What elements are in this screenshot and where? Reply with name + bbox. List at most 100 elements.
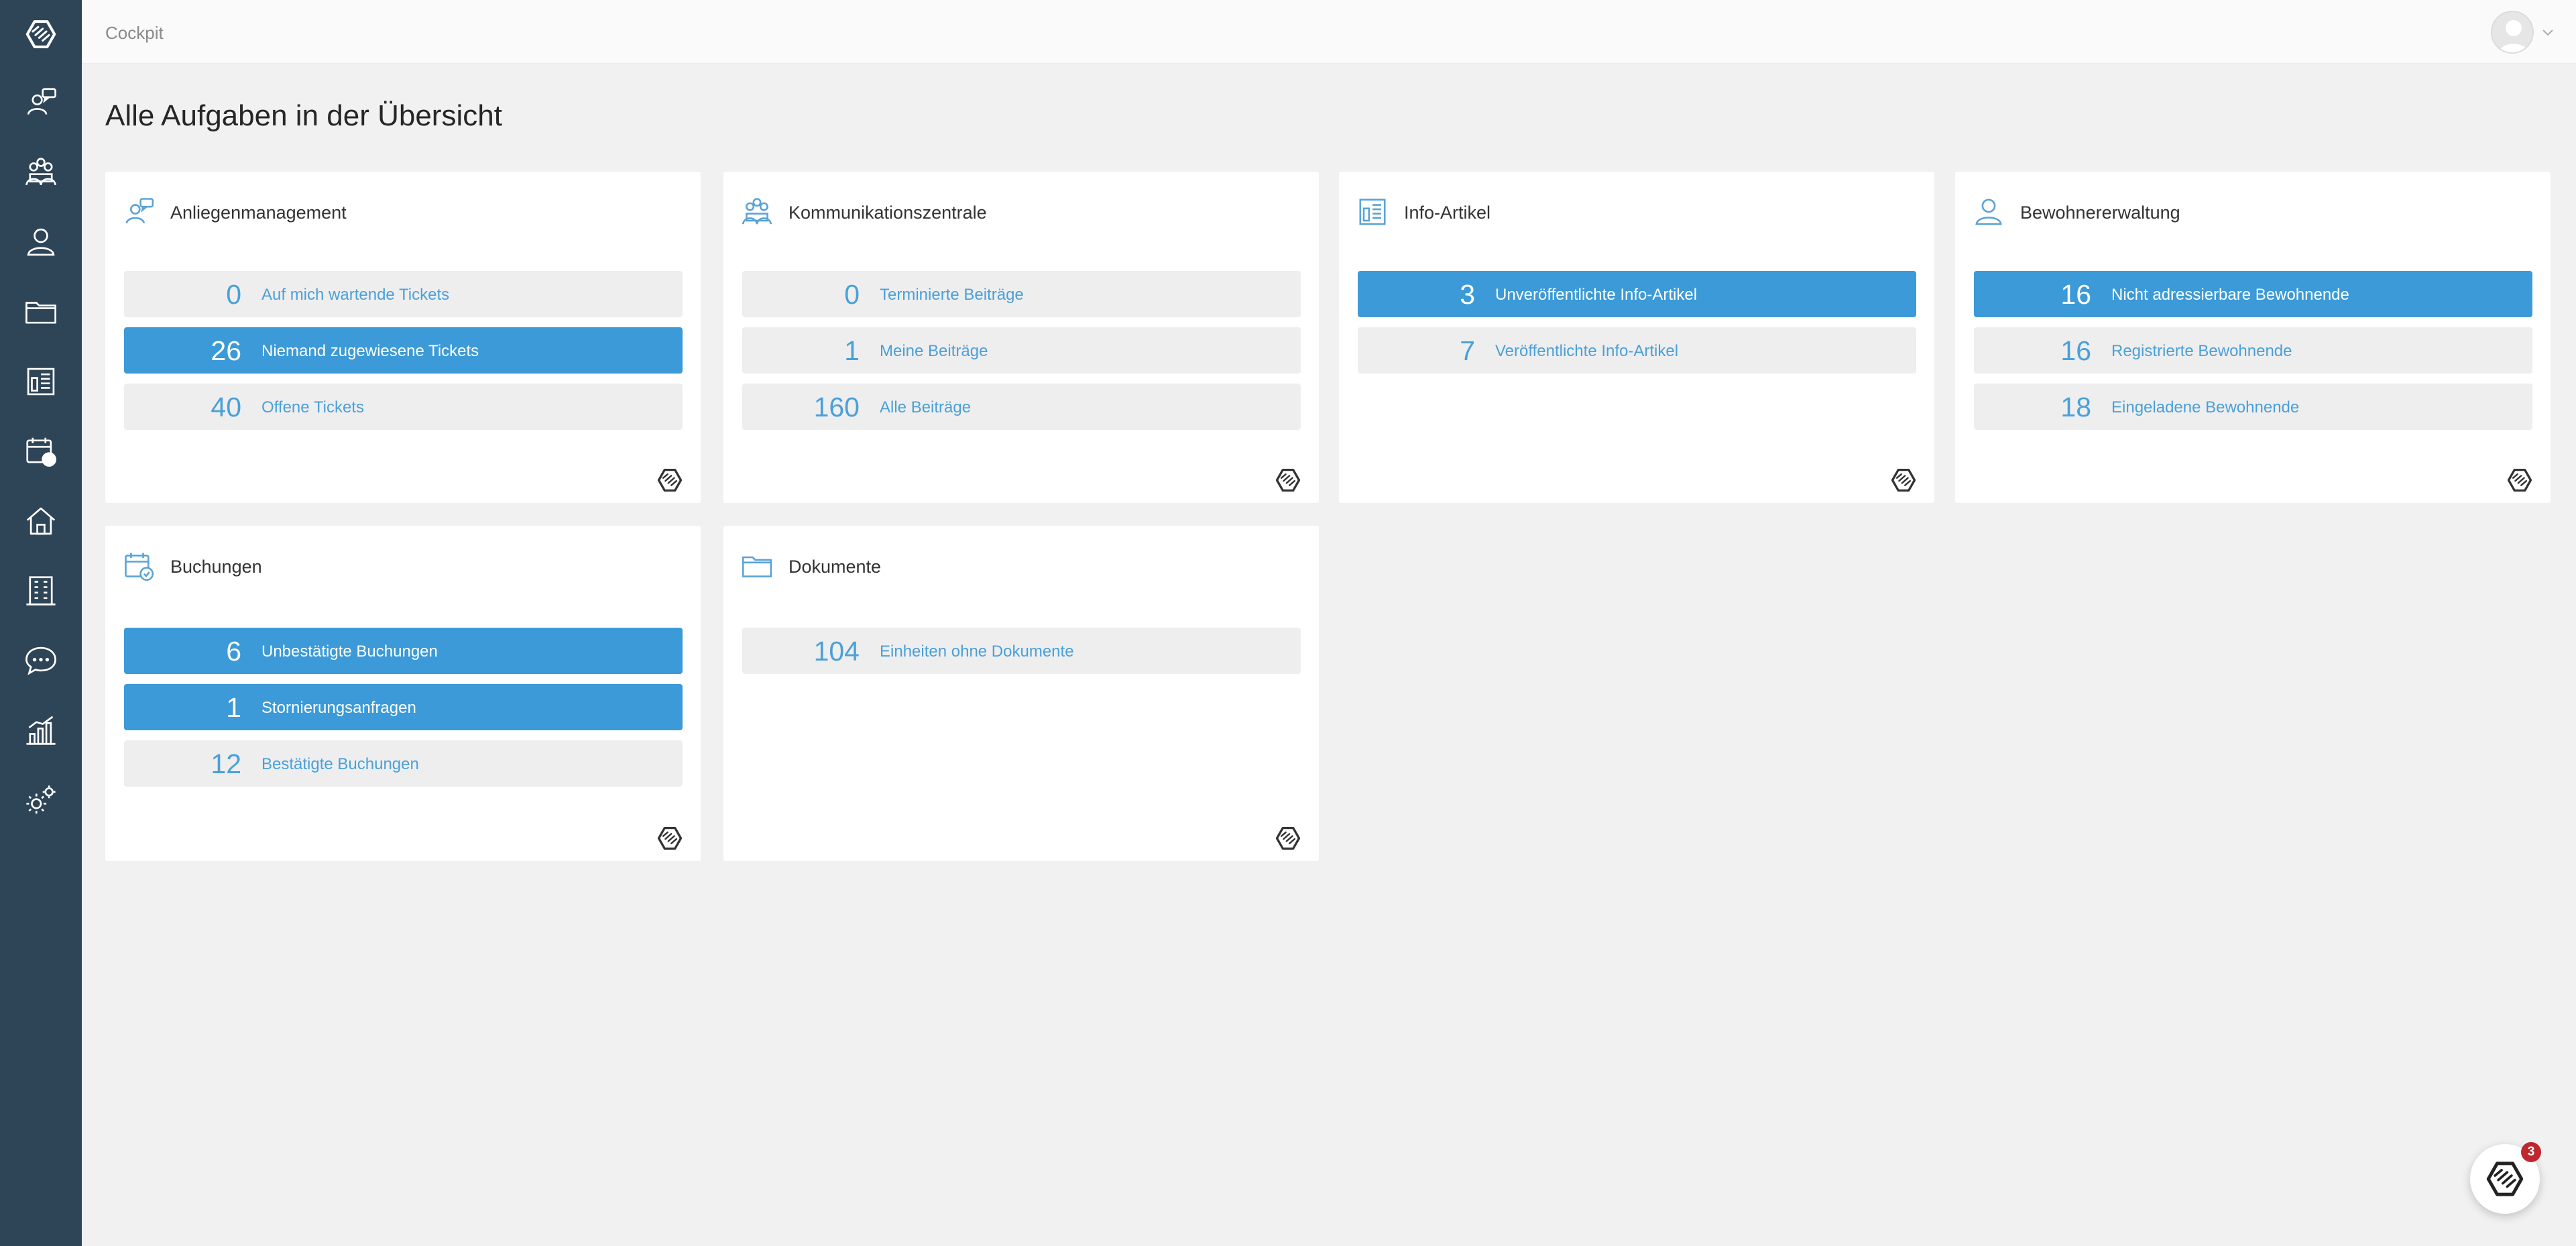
anliegen-icon	[121, 194, 156, 229]
row-label: Unveröffentlichte Info-Artikel	[1495, 286, 1698, 304]
home-icon	[23, 503, 59, 539]
avatar[interactable]	[2491, 11, 2534, 54]
row-label: Nicht adressierbare Bewohnende	[2111, 286, 2349, 304]
row-label: Offene Tickets	[261, 398, 364, 416]
row-count: 3	[1460, 279, 1475, 310]
card-anliegenmanagement: Anliegenmanagement 0 Auf mich wartende T…	[105, 172, 701, 503]
settings-icon	[23, 782, 59, 818]
logo-icon[interactable]	[1273, 824, 1303, 853]
row-label: Stornierungsanfragen	[261, 699, 416, 717]
row-label: Veröffentlichte Info-Artikel	[1495, 342, 1679, 360]
row-label: Alle Beiträge	[880, 398, 972, 416]
card-bewohnerverwaltung: Bewohnererwaltung 16 Nicht adressierbare…	[1955, 172, 2551, 503]
person-icon	[23, 224, 59, 260]
logo-icon[interactable]	[20, 13, 62, 55]
card-buchungen: Buchungen 6 Unbestätigte Buchungen 1 Sto…	[105, 526, 701, 861]
row-label: Terminierte Beiträge	[880, 286, 1024, 304]
kommunikation-icon	[740, 194, 774, 229]
logo-icon[interactable]	[655, 824, 685, 853]
info-article-icon	[1355, 194, 1390, 229]
row-auf-mich-wartende-tickets[interactable]: 0 Auf mich wartende Tickets	[124, 271, 683, 317]
row-count: 104	[813, 636, 860, 667]
kommunikation-icon	[23, 154, 59, 190]
row-count: 16	[2060, 279, 2091, 310]
sidebar-item-nachrichten[interactable]	[20, 640, 62, 681]
row-nicht-adressierbare-bewohnende[interactable]: 16 Nicht adressierbare Bewohnende	[1974, 271, 2532, 317]
sidebar-item-anliegenmanagement[interactable]	[20, 82, 62, 123]
logo-icon[interactable]	[1889, 465, 1918, 495]
row-unbestaetigte-buchungen[interactable]: 6 Unbestätigte Buchungen	[124, 628, 683, 674]
row-count: 160	[813, 392, 860, 422]
row-veroeffentlichte-info-artikel[interactable]: 7 Veröffentlichte Info-Artikel	[1358, 327, 1916, 374]
row-label: Auf mich wartende Tickets	[261, 286, 450, 304]
chevron-down-icon[interactable]	[2539, 24, 2557, 42]
sidebar-item-info-artikel[interactable]	[20, 361, 62, 402]
row-count: 12	[211, 748, 241, 779]
row-count: 1	[844, 335, 860, 366]
row-count: 6	[226, 636, 241, 667]
calendar-check-icon	[121, 549, 156, 583]
card-title: Buchungen	[170, 557, 262, 577]
row-offene-tickets[interactable]: 40 Offene Tickets	[124, 384, 683, 430]
sidebar-item-einstellungen[interactable]	[20, 779, 62, 821]
logo-icon[interactable]	[2505, 465, 2534, 495]
folder-icon	[740, 549, 774, 583]
row-label: Eingeladene Bewohnende	[2111, 398, 2300, 416]
card-title: Anliegenmanagement	[170, 203, 347, 223]
row-terminierte-beitraege[interactable]: 0 Terminierte Beiträge	[742, 271, 1301, 317]
chat-bubble-icon	[23, 642, 59, 679]
row-count: 40	[211, 392, 241, 422]
card-title: Bewohnererwaltung	[2020, 203, 2180, 223]
statistics-icon	[23, 712, 59, 748]
user-avatar-icon	[2492, 12, 2532, 52]
row-count: 0	[844, 279, 860, 310]
top-bar: Cockpit	[82, 0, 2576, 64]
row-label: Einheiten ohne Dokumente	[880, 642, 1074, 661]
row-label: Registrierte Bewohnende	[2111, 342, 2292, 360]
row-count: 0	[226, 279, 241, 310]
card-title: Kommunikationszentrale	[788, 203, 987, 223]
row-label: Meine Beiträge	[880, 342, 988, 360]
info-article-icon	[23, 363, 59, 400]
card-title: Dokumente	[788, 557, 882, 577]
breadcrumb[interactable]: Cockpit	[105, 23, 164, 44]
sidebar-item-bewohner[interactable]	[20, 221, 62, 263]
card-title: Info-Artikel	[1404, 203, 1491, 223]
page-title: Alle Aufgaben in der Übersicht	[105, 99, 502, 132]
row-einheiten-ohne-dokumente[interactable]: 104 Einheiten ohne Dokumente	[742, 628, 1301, 674]
chat-logo-icon	[2483, 1157, 2527, 1201]
row-stornierungsanfragen[interactable]: 1 Stornierungsanfragen	[124, 684, 683, 730]
sidebar-item-dokumente[interactable]	[20, 291, 62, 333]
row-count: 26	[211, 335, 241, 366]
sidebar-item-home[interactable]	[20, 500, 62, 542]
row-count: 1	[226, 692, 241, 723]
sidebar-item-statistik[interactable]	[20, 710, 62, 751]
row-meine-beitraege[interactable]: 1 Meine Beiträge	[742, 327, 1301, 374]
row-label: Bestätigte Buchungen	[261, 755, 419, 773]
row-alle-beitraege[interactable]: 160 Alle Beiträge	[742, 384, 1301, 430]
row-registrierte-bewohnende[interactable]: 16 Registrierte Bewohnende	[1974, 327, 2532, 374]
row-niemand-zugewiesene-tickets[interactable]: 26 Niemand zugewiesene Tickets	[124, 327, 683, 374]
row-label: Unbestätigte Buchungen	[261, 642, 438, 661]
person-icon	[1971, 194, 2006, 229]
row-count: 7	[1460, 335, 1475, 366]
sidebar	[0, 0, 82, 1246]
sidebar-item-gebaeude[interactable]	[20, 570, 62, 612]
card-dokumente: Dokumente 104 Einheiten ohne Dokumente	[723, 526, 1319, 861]
notification-badge: 3	[2521, 1142, 2541, 1162]
row-count: 18	[2060, 392, 2091, 422]
sidebar-item-kommunikationszentrale[interactable]	[20, 152, 62, 193]
card-info-artikel: Info-Artikel 3 Unveröffentlichte Info-Ar…	[1339, 172, 1934, 503]
row-count: 16	[2060, 335, 2091, 366]
anliegen-icon	[23, 84, 59, 121]
logo-icon[interactable]	[1273, 465, 1303, 495]
row-label: Niemand zugewiesene Tickets	[261, 342, 479, 360]
calendar-check-icon	[23, 433, 59, 469]
row-eingeladene-bewohnende[interactable]: 18 Eingeladene Bewohnende	[1974, 384, 2532, 430]
building-icon	[23, 573, 59, 609]
row-unveroeffentlichte-info-artikel[interactable]: 3 Unveröffentlichte Info-Artikel	[1358, 271, 1916, 317]
logo-icon[interactable]	[655, 465, 685, 495]
row-bestaetigte-buchungen[interactable]: 12 Bestätigte Buchungen	[124, 740, 683, 787]
sidebar-item-buchungen[interactable]	[20, 431, 62, 472]
card-kommunikationszentrale: Kommunikationszentrale 0 Terminierte Bei…	[723, 172, 1319, 503]
